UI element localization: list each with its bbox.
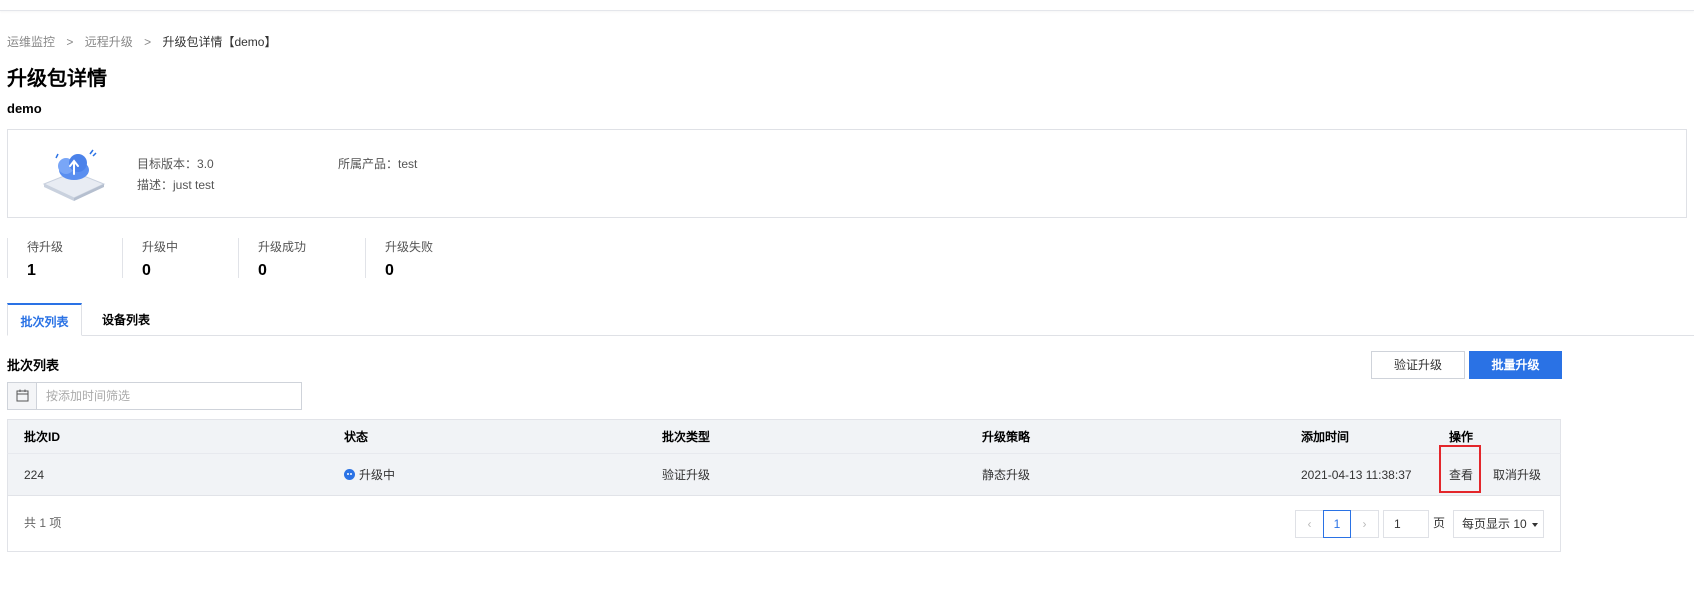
total-count: 共 1 项	[24, 516, 62, 530]
status-running-icon	[344, 469, 355, 480]
breadcrumb-item-current: 升级包详情【demo】	[162, 35, 277, 49]
column-header-added-time: 添加时间	[1301, 430, 1350, 444]
top-bar	[0, 0, 1694, 11]
stat-value: 0	[142, 262, 151, 279]
verify-upgrade-button[interactable]: 验证升级	[1371, 351, 1465, 379]
page-jump-input[interactable]: 1	[1383, 510, 1429, 538]
stat-label: 升级失败	[385, 240, 434, 254]
chevron-down-icon	[1531, 522, 1538, 527]
added-time-cell: 2021-04-13 11:38:37	[1301, 467, 1412, 482]
batch-type-cell: 验证升级	[662, 468, 711, 482]
batch-table: 批次ID 状态 批次类型 升级策略 添加时间 操作 224 升级中 验证升级 静…	[7, 419, 1561, 496]
breadcrumb: 运维监控 > 远程升级 > 升级包详情【demo】	[7, 33, 276, 50]
pagination-bar: 共 1 项 ‹ 1 › 1 页 每页显示 10	[7, 496, 1561, 552]
stat-label: 待升级	[27, 240, 64, 254]
page-number-current[interactable]: 1	[1323, 510, 1351, 538]
table-header: 批次ID 状态 批次类型 升级策略 添加时间 操作	[7, 419, 1561, 453]
tab-batch-list[interactable]: 批次列表	[7, 303, 82, 336]
breadcrumb-separator: >	[66, 35, 74, 49]
page-unit-label: 页	[1432, 516, 1445, 530]
tab-bar: 批次列表 设备列表	[7, 303, 1694, 336]
highlight-box	[1439, 445, 1481, 493]
column-header-strategy: 升级策略	[982, 430, 1031, 444]
column-header-batch-type: 批次类型	[662, 430, 711, 444]
status-text: 升级中	[359, 468, 396, 482]
stat-label: 升级成功	[258, 240, 307, 254]
package-info-card: 目标版本：3.0 描述：just test 所属产品：test	[7, 129, 1687, 218]
strategy-cell: 静态升级	[982, 468, 1031, 482]
table-row: 224 升级中 验证升级 静态升级 2021-04-13 11:38:37 查看…	[7, 453, 1561, 496]
description: 描述：just test	[137, 178, 215, 192]
package-name: demo	[7, 101, 42, 116]
page-title: 升级包详情	[7, 68, 107, 90]
page-size-select[interactable]: 每页显示 10	[1453, 510, 1544, 538]
stat-value: 0	[258, 262, 267, 279]
breadcrumb-item-remote-upgrade[interactable]: 远程升级	[85, 35, 133, 49]
stat-value: 1	[27, 262, 36, 279]
calendar-icon[interactable]	[8, 383, 37, 409]
section-title: 批次列表	[7, 358, 60, 373]
page-size-label: 每页显示 10	[1462, 517, 1527, 531]
stat-label: 升级中	[142, 240, 179, 254]
next-page-button[interactable]: ›	[1351, 510, 1379, 538]
cancel-upgrade-link[interactable]: 取消升级	[1493, 454, 1541, 495]
breadcrumb-separator: >	[144, 35, 152, 49]
date-filter-input[interactable]	[38, 383, 300, 409]
target-version: 目标版本：3.0	[137, 157, 214, 171]
column-header-status: 状态	[344, 430, 369, 444]
cloud-upgrade-illustration	[42, 149, 106, 201]
prev-page-button[interactable]: ‹	[1295, 510, 1323, 538]
date-filter[interactable]	[7, 382, 302, 410]
breadcrumb-item-ops[interactable]: 运维监控	[7, 35, 55, 49]
tab-device-list[interactable]: 设备列表	[91, 303, 161, 336]
batch-upgrade-button[interactable]: 批量升级	[1469, 351, 1562, 379]
product: 所属产品：test	[338, 157, 418, 171]
status-cell: 升级中	[344, 454, 395, 495]
stat-value: 0	[385, 262, 394, 279]
column-header-batch-id: 批次ID	[24, 430, 61, 444]
batch-id-cell: 224	[24, 467, 45, 482]
